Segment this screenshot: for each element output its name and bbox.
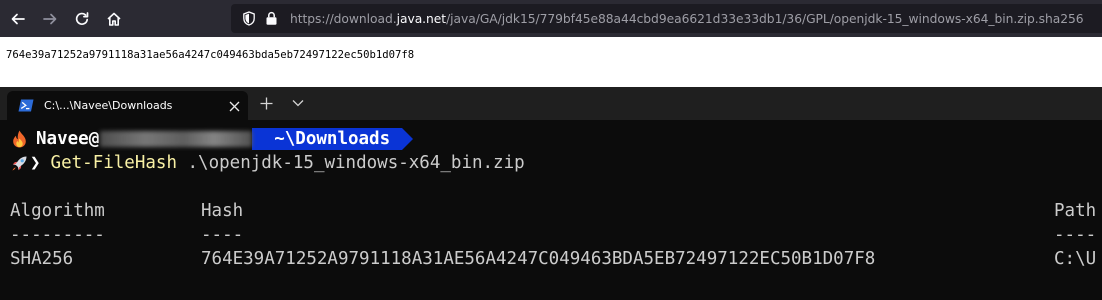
- page-content: 764e39a71252a9791118a31ae56a4247c049463b…: [0, 37, 1102, 87]
- table-header-row: Algorithm Hash Path: [0, 199, 1102, 223]
- header-algorithm: Algorithm: [10, 201, 105, 221]
- command-line: ❯ Get-FileHash .\openjdk-15_windows-x64_…: [10, 151, 525, 175]
- terminal-tab[interactable]: C:\...\Navee\Downloads: [7, 91, 248, 120]
- lock-icon[interactable]: [260, 4, 282, 33]
- command-argument: .\openjdk-15_windows-x64_bin.zip: [176, 153, 525, 173]
- powershell-icon: [17, 99, 35, 113]
- home-button[interactable]: [98, 0, 130, 37]
- address-bar[interactable]: https://download.java.net/java/GA/jdk15/…: [231, 4, 1102, 33]
- terminal-tabstrip: C:\...\Navee\Downloads: [0, 87, 1102, 120]
- table-separator-row: --------- ---- ----: [0, 223, 1102, 247]
- separator-path: ----: [1054, 225, 1097, 245]
- forward-arrow-icon: [43, 13, 57, 24]
- header-hash: Hash: [201, 201, 244, 221]
- separator-algorithm: ---------: [10, 225, 105, 245]
- url-domain: java.net: [396, 11, 447, 26]
- prompt-at: @: [88, 129, 100, 149]
- reload-icon: [75, 11, 89, 25]
- prompt-user: Navee: [36, 129, 89, 149]
- chevron-down-icon: [292, 100, 304, 107]
- command-cmdlet: Get-FileHash: [50, 153, 177, 173]
- url-prefix: https://download.: [290, 11, 397, 26]
- tracking-protection-shield-icon[interactable]: [238, 4, 260, 33]
- close-icon: [229, 101, 239, 111]
- back-button[interactable]: [2, 0, 34, 37]
- blurred-hostname: [100, 131, 253, 147]
- prompt-directory: ~\Downloads: [252, 128, 403, 150]
- directory-arrow: [402, 128, 414, 150]
- cell-path: C:\U: [1054, 249, 1097, 269]
- cell-hash: 764E39A71252A9791118A31AE56A4247C049463B…: [201, 249, 876, 269]
- home-icon: [107, 12, 121, 26]
- browser-toolbar: https://download.java.net/java/GA/jdk15/…: [0, 0, 1102, 37]
- reload-button[interactable]: [66, 0, 98, 37]
- back-arrow-icon: [11, 13, 25, 24]
- forward-button[interactable]: [34, 0, 66, 37]
- url-path: /java/GA/jdk15/779bf45e88a44cbd9ea6621d3…: [446, 11, 1084, 26]
- prompt-chevron: ❯: [30, 153, 41, 173]
- plus-icon: [260, 97, 272, 109]
- terminal-window: C:\...\Navee\Downloads Navee @ ~\Downloa…: [0, 87, 1102, 300]
- url-text[interactable]: https://download.java.net/java/GA/jdk15/…: [290, 12, 1084, 26]
- sha256-hash-text: 764e39a71252a9791118a31ae56a4247c049463b…: [6, 49, 415, 61]
- tab-title: C:\...\Navee\Downloads: [44, 99, 173, 112]
- rocket-icon: [10, 153, 28, 173]
- table-row: SHA256 764E39A71252A9791118A31AE56A4247C…: [0, 247, 1102, 271]
- separator-hash: ----: [201, 225, 244, 245]
- tab-dropdown-button[interactable]: [288, 93, 308, 113]
- tab-close-button[interactable]: [226, 98, 242, 114]
- terminal-output[interactable]: Navee @ ~\Downloads ❯ Get-FileHash .\open…: [0, 120, 1102, 300]
- header-path: Path: [1054, 201, 1097, 221]
- prompt-line: Navee @ ~\Downloads: [10, 127, 414, 151]
- new-tab-button[interactable]: [256, 93, 276, 113]
- cell-algorithm: SHA256: [10, 249, 74, 269]
- fire-icon: [10, 129, 28, 149]
